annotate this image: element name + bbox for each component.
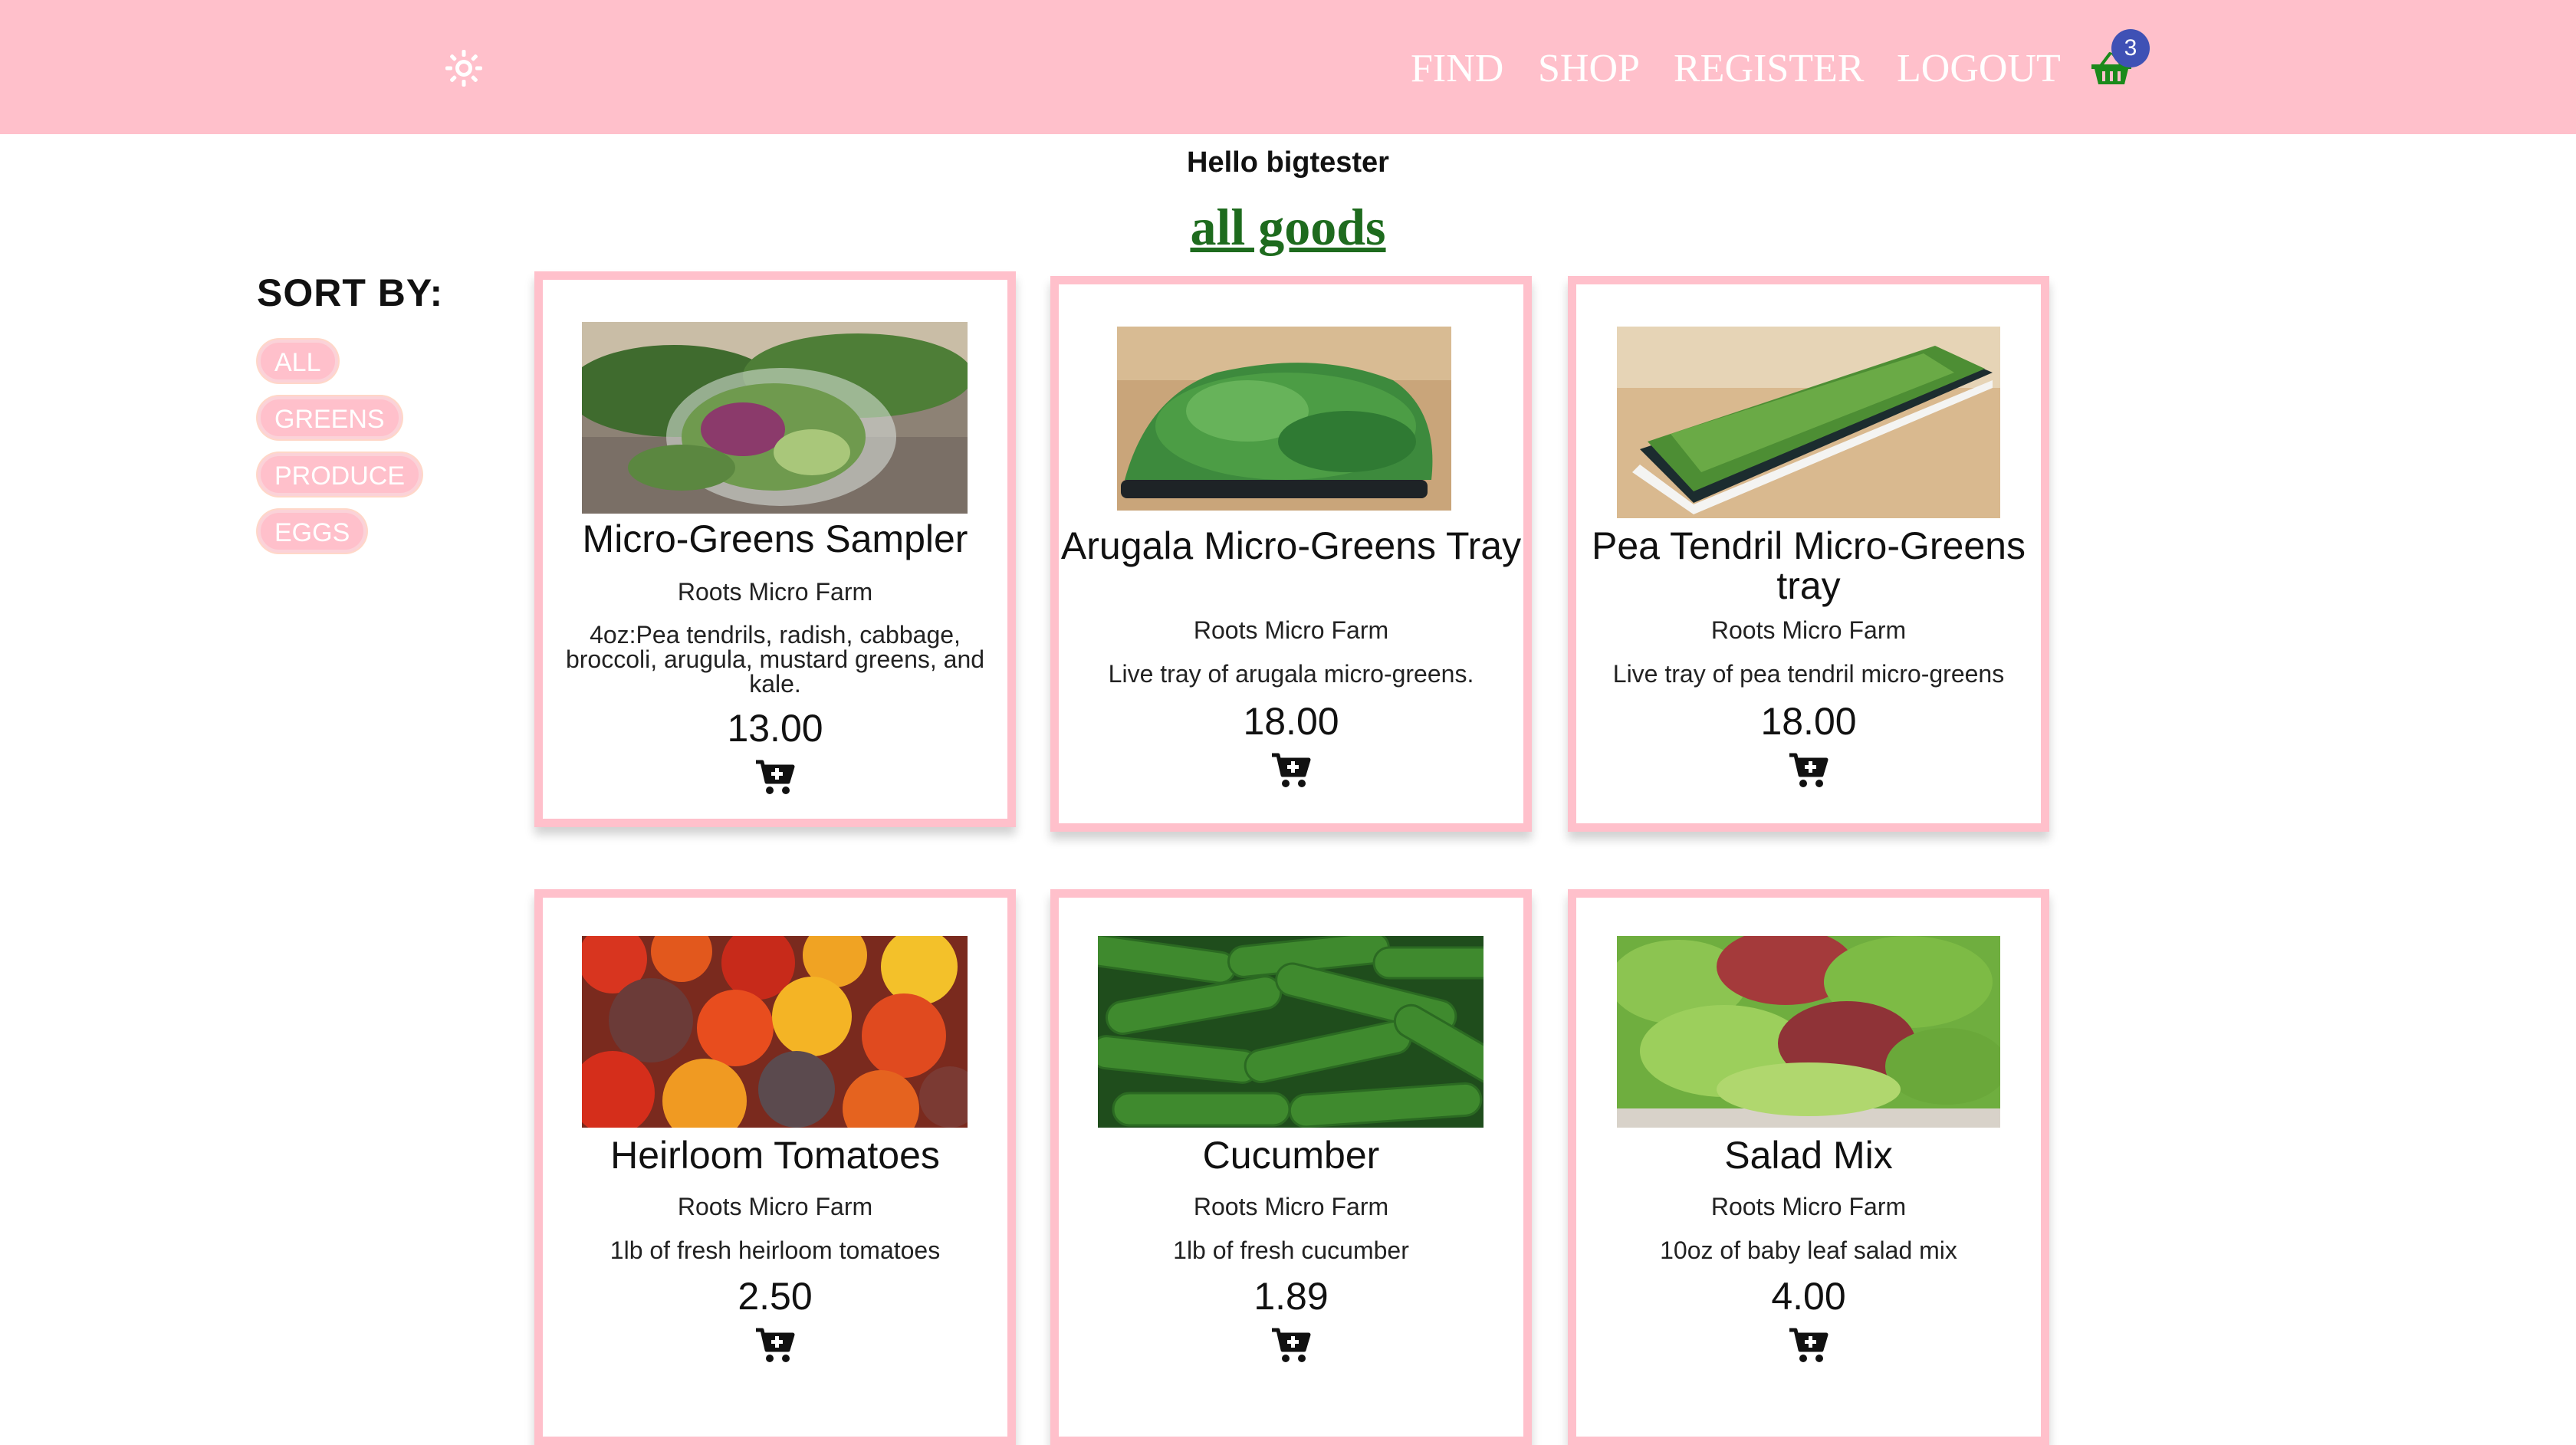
add-to-cart-icon[interactable] xyxy=(1788,752,1829,789)
add-to-cart-icon[interactable] xyxy=(754,759,796,796)
product-description: 1lb of fresh heirloom tomatoes xyxy=(610,1236,941,1264)
product-farm: Roots Micro Farm xyxy=(1193,616,1389,644)
nav-register-link[interactable]: REGISTER xyxy=(1674,44,1864,94)
sort-eggs-button[interactable]: EGGS xyxy=(258,510,367,553)
product-description: Live tray of pea tendril micro-greens xyxy=(1612,660,2005,688)
nav-shop-link[interactable]: SHOP xyxy=(1538,44,1640,94)
product-price: 18.00 xyxy=(1243,700,1339,743)
sort-all-button[interactable]: ALL xyxy=(258,340,338,383)
product-name: Heirloom Tomatoes xyxy=(610,1134,940,1177)
sort-greens-button[interactable]: GREENS xyxy=(258,396,402,439)
add-to-cart-icon[interactable] xyxy=(754,1327,796,1364)
top-nav-bar: FIND SHOP REGISTER LOGOUT 3 xyxy=(0,0,2576,134)
product-description: Live tray of arugala micro-greens. xyxy=(1108,660,1474,688)
product-image-micro-greens-sampler xyxy=(582,322,968,514)
product-farm: Roots Micro Farm xyxy=(1193,1193,1389,1220)
product-description: 1lb of fresh cucumber xyxy=(1173,1236,1409,1264)
product-card: Heirloom Tomatoes Roots Micro Farm 1lb o… xyxy=(534,889,1016,1445)
product-card: Cucumber Roots Micro Farm 1lb of fresh c… xyxy=(1050,889,1532,1445)
product-price: 4.00 xyxy=(1771,1275,1846,1318)
product-name: Salad Mix xyxy=(1724,1134,1893,1177)
cart-count-badge: 3 xyxy=(2111,29,2150,67)
product-image-cucumbers xyxy=(1098,936,1484,1128)
product-price: 18.00 xyxy=(1760,700,1857,743)
product-farm: Roots Micro Farm xyxy=(677,1193,873,1220)
product-price: 13.00 xyxy=(727,707,823,750)
product-farm: Roots Micro Farm xyxy=(1710,1193,1907,1220)
product-description: 4oz:Pea tendrils, radish, cabbage, brocc… xyxy=(565,621,985,698)
sun-icon[interactable] xyxy=(445,49,483,87)
product-image-heirloom-tomatoes xyxy=(582,936,968,1128)
sort-by-label: SORT BY: xyxy=(257,271,444,314)
product-card: Arugala Micro-Greens Tray Roots Micro Fa… xyxy=(1050,276,1532,832)
product-name: Arugala Micro-Greens Tray xyxy=(1060,524,1522,567)
add-to-cart-icon[interactable] xyxy=(1270,1327,1312,1364)
greeting-text: Hello bigtester xyxy=(1187,146,1389,179)
product-description: 10oz of baby leaf salad mix xyxy=(1660,1236,1957,1264)
product-image-arugala-tray xyxy=(1117,327,1451,511)
product-card: Micro-Greens Sampler Roots Micro Farm 4o… xyxy=(534,271,1016,827)
nav-find-link[interactable]: FIND xyxy=(1411,44,1503,94)
product-name: Pea Tendril Micro-Greens tray xyxy=(1592,524,2026,607)
page-title: all goods xyxy=(1190,198,1386,256)
add-to-cart-icon[interactable] xyxy=(1270,752,1312,789)
product-image-salad-mix xyxy=(1617,936,2000,1128)
product-name: Cucumber xyxy=(1202,1134,1380,1177)
product-card: Pea Tendril Micro-Greens tray Roots Micr… xyxy=(1568,276,2049,832)
sort-produce-button[interactable]: PRODUCE xyxy=(258,453,422,496)
product-price: 2.50 xyxy=(738,1275,813,1318)
add-to-cart-icon[interactable] xyxy=(1788,1327,1829,1364)
product-farm: Roots Micro Farm xyxy=(677,578,873,606)
product-image-pea-tendril-tray xyxy=(1617,327,2000,518)
product-card: Salad Mix Roots Micro Farm 10oz of baby … xyxy=(1568,889,2049,1445)
nav-logout-link[interactable]: LOGOUT xyxy=(1897,44,2061,94)
product-name: Micro-Greens Sampler xyxy=(582,517,968,560)
product-price: 1.89 xyxy=(1254,1275,1329,1318)
product-farm: Roots Micro Farm xyxy=(1710,616,1907,644)
